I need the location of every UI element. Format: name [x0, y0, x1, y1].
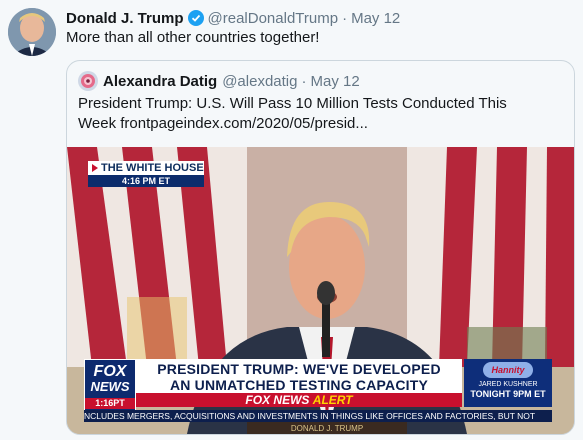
news-headline: PRESIDENT TRUMP: WE'VE DEVELOPED AN UNMA… [136, 359, 462, 393]
news-ticker: NCLUDES MERGERS, ACQUISITIONS AND INVEST… [84, 410, 552, 422]
play-triangle-icon [92, 164, 98, 172]
quoted-separator-dot: · [301, 72, 307, 90]
quoted-tweet-date: May 12 [310, 72, 360, 90]
quoted-tweet-header: Alexandra Datig @alexdatig · May 12 [103, 71, 360, 91]
author-name[interactable]: Donald J. Trump [66, 10, 184, 27]
fox-logo-time: 1:16PT [85, 398, 135, 409]
fox-logo-line1: FOX [93, 363, 127, 380]
news-alert-bar: FOX NEWS ALERT [136, 393, 462, 407]
promo-show-logo: Hannity [483, 362, 533, 378]
alert-word: ALERT [312, 393, 353, 407]
quoted-author-handle: @alexdatig [222, 72, 298, 90]
video-frame[interactable]: DONALD J. TRUMP THE WHITE HOUSE 4:16 PM … [67, 147, 574, 434]
author-avatar[interactable] [8, 8, 56, 56]
alert-prefix: FOX NEWS [245, 393, 310, 407]
promo-guest: JARED KUSHNER [478, 381, 538, 388]
quoted-author-avatar [78, 71, 98, 91]
news-lower-third: FOX NEWS 1:16PT PRESIDENT TRUMP: WE'VE D… [67, 359, 574, 423]
tweet-header: Donald J. Trump @realDonaldTrump · May 1… [66, 8, 400, 28]
quoted-tweet-text: President Trump: U.S. Will Pass 10 Milli… [78, 94, 558, 134]
time-label: 4:16 PM ET [88, 175, 204, 187]
author-handle[interactable]: @realDonaldTrump [208, 10, 339, 27]
location-bug: THE WHITE HOUSE 4:16 PM ET [88, 161, 204, 187]
tweet-text: More than all other countries together! [66, 29, 320, 46]
headline-line-1: PRESIDENT TRUMP: WE'VE DEVELOPED [157, 361, 441, 377]
quoted-tweet-card[interactable]: Alexandra Datig @alexdatig · May 12 Pres… [66, 60, 575, 435]
promo-time: TONIGHT 9PM ET [470, 389, 546, 399]
separator-dot: · [342, 9, 348, 27]
quoted-author-name: Alexandra Datig [103, 72, 218, 90]
quoted-text-line-1: President Trump: U.S. Will Pass 10 Milli… [78, 95, 507, 112]
show-promo: Hannity JARED KUSHNER TONIGHT 9PM ET [464, 359, 552, 407]
verified-badge-icon [187, 10, 204, 26]
tweet-date[interactable]: May 12 [351, 10, 400, 27]
fox-news-logo: FOX NEWS 1:16PT [84, 359, 136, 413]
headline-line-2: AN UNMATCHED TESTING CAPACITY [169, 377, 429, 393]
quoted-text-line-2: Week frontpageindex.com/2020/05/presid..… [78, 115, 368, 132]
fox-logo-line2: NEWS [90, 379, 130, 394]
podium-seal-text: DONALD J. TRUMP [291, 424, 363, 433]
location-label: THE WHITE HOUSE [101, 162, 204, 174]
